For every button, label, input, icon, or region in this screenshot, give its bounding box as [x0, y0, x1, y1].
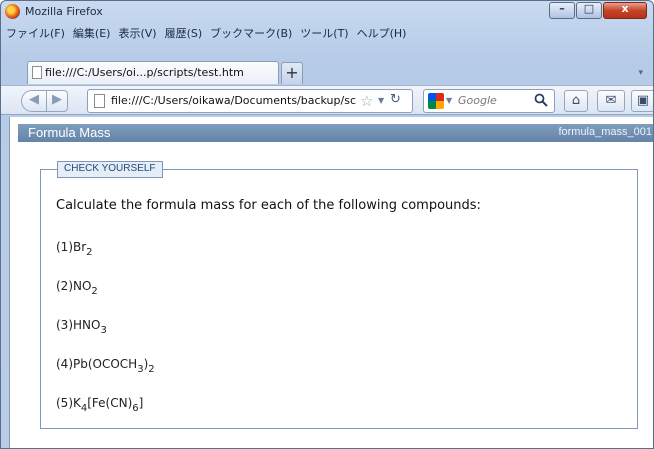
question-item: (4)Pb(OCOCH3)2 [56, 357, 155, 375]
question-number: (1) [56, 240, 73, 254]
question-item: (2)NO2 [56, 279, 98, 297]
formula-subscript: 2 [86, 247, 93, 258]
page-content: Formula Mass formula_mass_001 CHECK YOUR… [9, 117, 653, 448]
question-item: (3)HNO3 [56, 318, 107, 336]
question-prompt: Calculate the formula mass for each of t… [56, 198, 481, 213]
question-number: (3) [56, 318, 73, 332]
formula-text: Pb(OCOCH [73, 357, 138, 371]
url-text[interactable]: file:///C:/Users/oikawa/Documents/backup… [111, 94, 356, 107]
star-icon[interactable]: ☆ [360, 92, 373, 110]
menu-history[interactable]: 履歴(S) [162, 23, 208, 41]
formula-text: ] [138, 396, 144, 410]
tab-active[interactable]: file:///C:/Users/oi...p/scripts/test.htm [27, 61, 279, 84]
page-icon [32, 66, 42, 79]
tab-title: file:///C:/Users/oi...p/scripts/test.htm [45, 66, 244, 79]
menu-help[interactable]: ヘルプ(H) [354, 23, 412, 41]
menu-view[interactable]: 表示(V) [115, 23, 161, 41]
question-number: (4) [56, 357, 73, 371]
minimize-icon: – [559, 2, 565, 15]
menu-tools[interactable]: ツール(T) [297, 23, 353, 41]
chevron-down-icon[interactable]: ▼ [378, 96, 384, 105]
tab-list-icon[interactable]: ▾ [638, 68, 643, 78]
page-id: formula_mass_001 [558, 126, 652, 138]
question-item: (1)Br2 [56, 240, 93, 258]
mail-icon: ✉ [605, 93, 617, 108]
question-item: (5)K4[Fe(CN)6] [56, 396, 143, 414]
formula-text: K [73, 396, 81, 410]
forward-button[interactable]: ▶ [46, 90, 68, 112]
url-bar[interactable]: file:///C:/Users/oikawa/Documents/backup… [87, 89, 413, 113]
minimize-button[interactable]: – [549, 2, 575, 19]
question-number: (2) [56, 279, 73, 293]
formula-subscript: 2 [148, 364, 155, 375]
back-button[interactable]: ◀ [21, 90, 47, 112]
browser-window: Mozilla Firefox – □ x ファイル(F) 編集(E) 表示(V… [0, 0, 654, 449]
page-icon [94, 94, 105, 108]
formula-text: NO [73, 279, 92, 293]
search-bar[interactable]: ▼ Google [423, 89, 555, 113]
close-button[interactable]: x [603, 2, 647, 19]
window-title: Mozilla Firefox [25, 5, 103, 18]
formula-text: Br [73, 240, 87, 254]
formula-text: HNO [73, 318, 101, 332]
firefox-logo-icon [5, 4, 20, 19]
formula-subscript: 2 [91, 286, 98, 297]
home-button[interactable]: ⌂ [564, 90, 588, 112]
menu-file[interactable]: ファイル(F) [3, 23, 70, 41]
arrow-right-icon: ▶ [52, 92, 62, 107]
search-input[interactable]: Google [458, 94, 497, 107]
home-icon: ⌂ [571, 93, 581, 108]
page-title: Formula Mass [28, 125, 111, 140]
menu-edit[interactable]: 編集(E) [70, 23, 116, 41]
arrow-left-icon: ◀ [29, 92, 39, 107]
maximize-button[interactable]: □ [576, 2, 602, 19]
maximize-icon: □ [583, 2, 595, 15]
formula-text: [Fe(CN) [87, 396, 133, 410]
mail-button[interactable]: ✉ [597, 90, 625, 112]
close-icon: x [621, 2, 629, 15]
formula-subscript: 3 [100, 325, 107, 336]
extension-icon: ▣ [636, 93, 650, 108]
question-number: (5) [56, 396, 73, 410]
page-header: Formula Mass formula_mass_001 [18, 124, 653, 142]
navigation-toolbar: ◀ ▶ file:///C:/Users/oikawa/Documents/ba… [1, 85, 653, 115]
title-bar: Mozilla Firefox – □ x [1, 1, 653, 23]
reload-icon[interactable]: ↻ [390, 92, 401, 107]
extension-button[interactable]: ▣ [631, 90, 653, 112]
new-tab-button[interactable]: + [281, 62, 303, 84]
menu-bookmarks[interactable]: ブックマーク(B) [207, 23, 297, 41]
check-yourself-label: CHECK YOURSELF [57, 161, 163, 178]
magnifier-icon[interactable] [534, 93, 548, 107]
window-controls: – □ x [548, 2, 647, 20]
google-logo-icon[interactable] [428, 93, 444, 109]
chevron-down-icon[interactable]: ▼ [446, 96, 452, 105]
menu-bar: ファイル(F) 編集(E) 表示(V) 履歴(S) ブックマーク(B) ツール(… [1, 23, 653, 41]
